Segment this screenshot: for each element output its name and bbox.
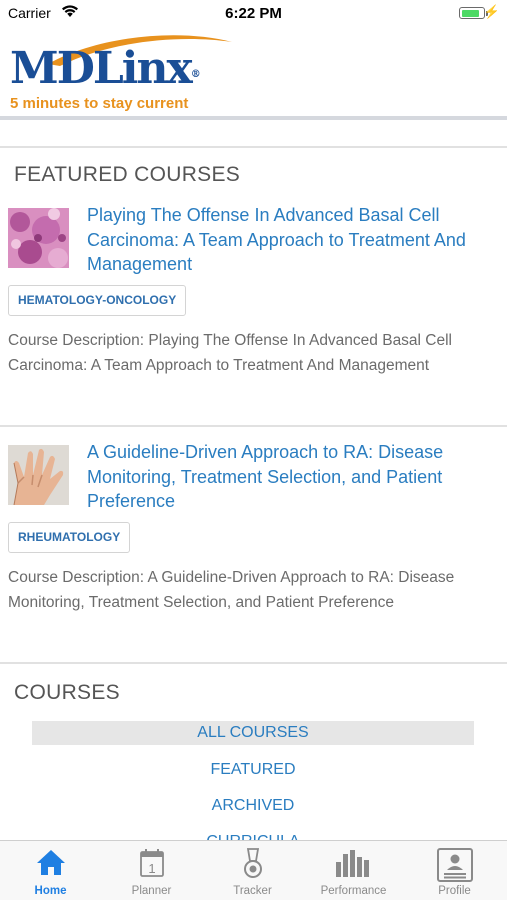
logo-registered-mark: ® [190,69,201,80]
mdlinx-logo[interactable]: MDLinx® 5 minutes to stay current [8,32,238,114]
course-title-link[interactable]: Playing The Offense In Advanced Basal Ce… [87,203,487,277]
bar-chart-icon [335,850,369,877]
calendar-icon: 1 [139,849,164,877]
specialty-tag[interactable]: HEMATOLOGY-ONCOLOGY [8,285,187,316]
menu-archived[interactable]: ARCHIVED [32,794,474,818]
featured-section-title: FEATURED COURSES [14,163,241,186]
tab-label: Home [34,885,67,897]
tab-tracker[interactable]: Tracker [202,841,303,901]
hand-photo-icon[interactable] [8,445,69,505]
tab-profile[interactable]: Profile [404,841,505,901]
card-divider [0,425,507,427]
histology-image-icon[interactable] [8,208,69,268]
menu-all-courses[interactable]: ALL COURSES [32,721,474,745]
status-time: 6:22 PM [225,5,282,22]
tab-home[interactable]: Home [0,841,101,901]
tab-bar: Home 1 Planner Tracker Performance Profi… [0,840,507,900]
courses-section-title: COURSES [14,681,120,704]
course-description: Course Description: Playing The Offense … [8,332,453,374]
logo-text: MDLinx [10,43,193,94]
section-divider [0,146,507,148]
header-divider [0,116,507,120]
charging-bolt-icon: ⚡ [483,4,500,19]
tab-label: Performance [320,885,387,897]
logo-tagline: 5 minutes to stay current [10,95,189,112]
battery-fill [461,9,479,17]
course-card[interactable]: Playing The Offense In Advanced Basal Ce… [0,203,507,425]
tab-label: Profile [438,885,471,897]
tab-planner[interactable]: 1 Planner [101,841,202,901]
tab-label: Tracker [233,885,272,897]
course-description: Course Description: A Guideline-Driven A… [8,569,455,611]
course-title-link[interactable]: A Guideline-Driven Approach to RA: Disea… [87,440,487,514]
specialty-tag[interactable]: RHEUMATOLOGY [8,522,131,553]
home-icon [36,850,65,875]
medal-icon [243,848,262,878]
course-card[interactable]: A Guideline-Driven Approach to RA: Disea… [0,440,507,662]
menu-featured[interactable]: FEATURED [32,758,474,782]
app-header: MDLinx® 5 minutes to stay current [0,28,507,118]
card-divider [0,662,507,664]
tab-label: Planner [131,885,172,897]
logo-wordmark: MDLinx® [10,46,201,92]
battery-icon [459,7,485,19]
tab-performance[interactable]: Performance [303,841,404,901]
status-bar: Carrier 6:22 PM ⚡ [0,0,507,28]
svg-text:1: 1 [148,861,155,876]
profile-card-icon [436,848,473,882]
